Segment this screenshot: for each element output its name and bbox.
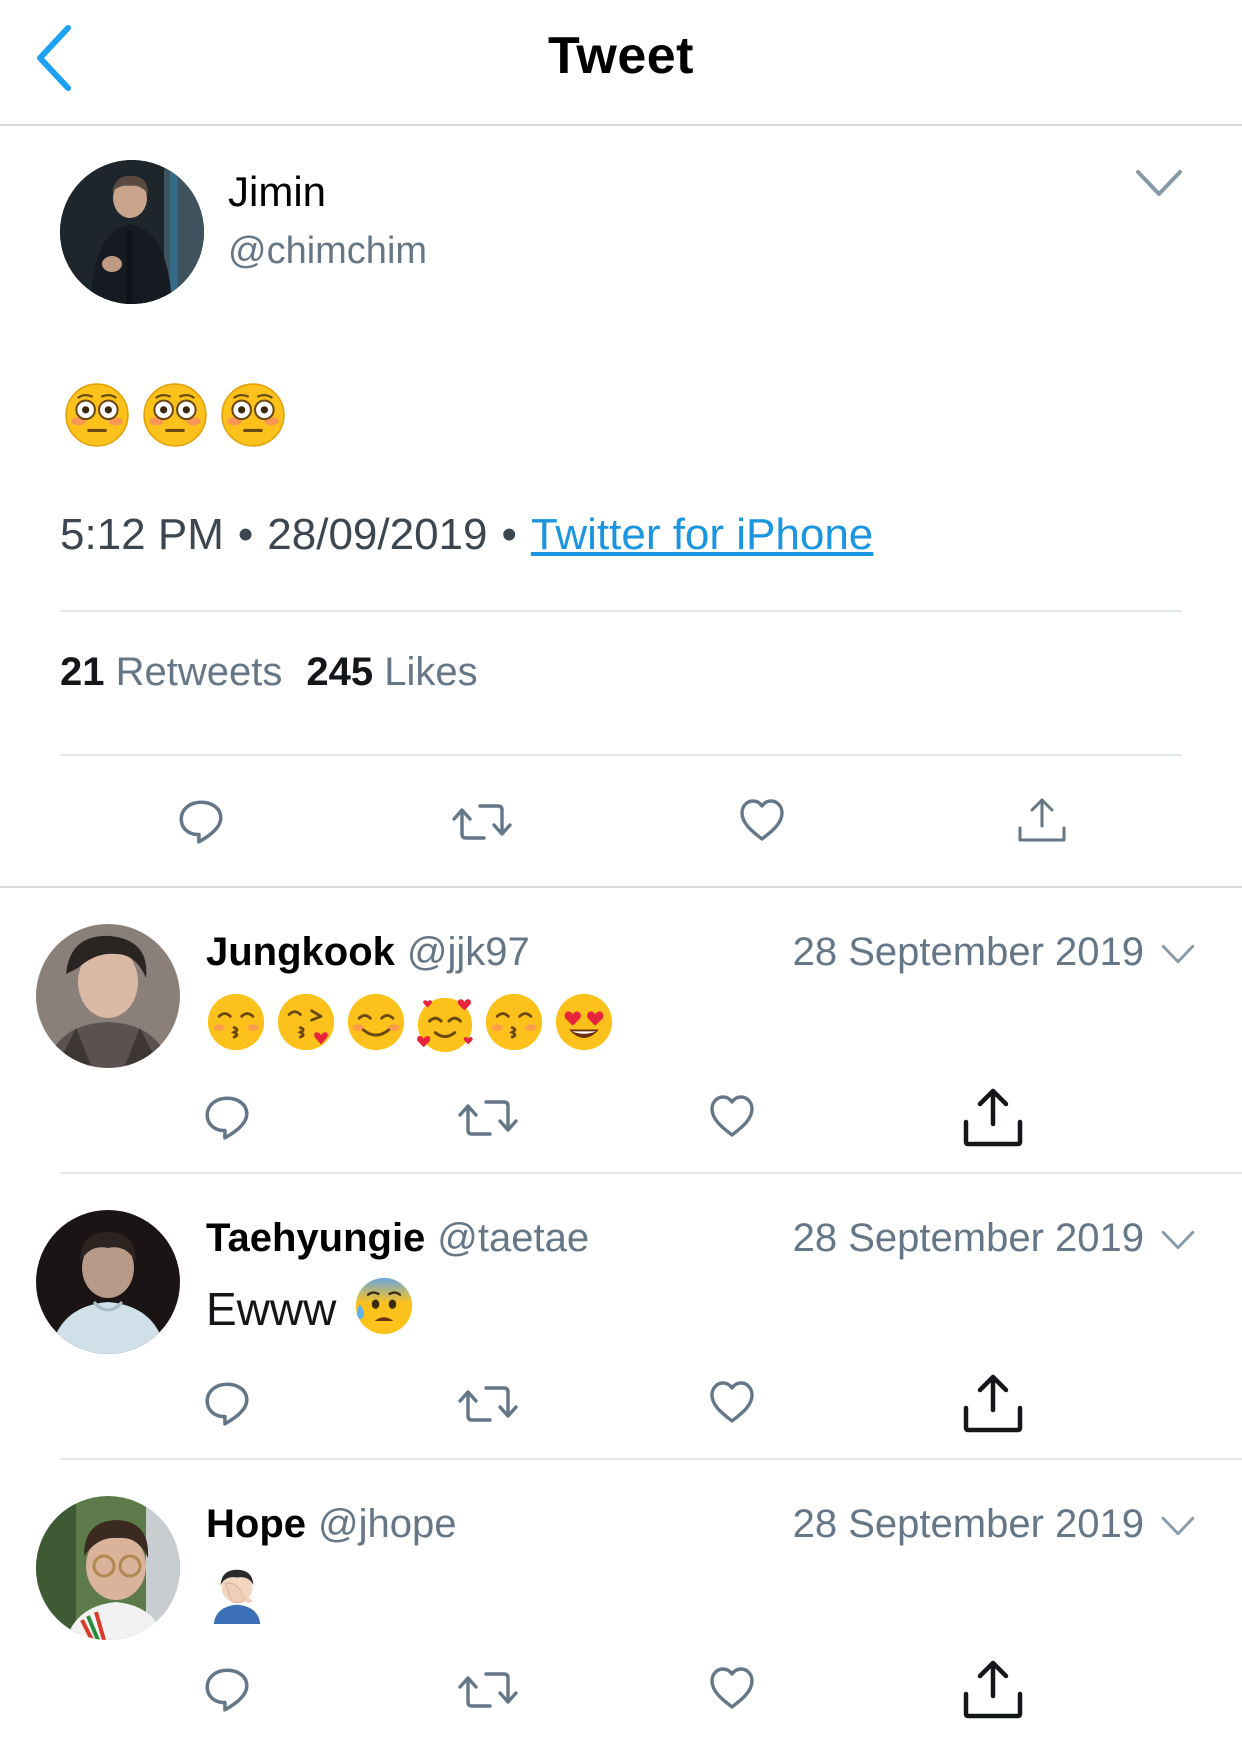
reply-icon [202,1092,252,1142]
avatar-photo [36,1210,180,1354]
author-handle[interactable]: @jjk97 [407,930,530,974]
author-handle[interactable]: @taetae [437,1216,589,1260]
author-name[interactable]: Jungkook [206,930,395,974]
retweet-icon [458,1380,518,1428]
reply-button[interactable] [202,1664,252,1714]
share-icon [962,1658,1024,1720]
reply-text: Ewww [206,1283,337,1335]
reply-content [206,992,626,1056]
share-button[interactable] [962,1658,1024,1720]
likes-stat[interactable]: 245 Likes [306,650,477,694]
reply-button[interactable] [176,796,226,846]
flushed-face-emoji [220,382,286,448]
reply-header: Jungkook @jjk97 [206,930,530,975]
likes-label: Likes [384,650,478,694]
retweet-button[interactable] [458,1380,518,1428]
retweet-button[interactable] [458,1666,518,1714]
tweet-time: 5:12 PM [60,510,224,559]
reply-date: 28 September 2019 [792,1216,1144,1260]
reply-icon [176,796,226,846]
retweet-icon [458,1094,518,1142]
flushed-face-emoji [142,382,208,448]
reply-content: Ewww [206,1282,336,1336]
reply-date: 28 September 2019 [792,930,1144,974]
divider [60,610,1182,612]
share-icon [1016,794,1068,846]
tweet-date: 28/09/2019 [267,510,488,559]
retweets-stat[interactable]: 21 Retweets [60,650,282,694]
divider [60,1458,1242,1460]
page-title: Tweet [547,27,694,85]
like-button[interactable] [708,1378,756,1426]
reply-options-button[interactable] [1160,1228,1196,1252]
smiling-face-emoji [346,992,406,1052]
share-button[interactable] [1016,794,1068,846]
divider [60,754,1182,756]
top-navigation-bar: Tweet [0,0,1242,126]
heart-icon [708,1092,756,1140]
reply-options-button[interactable] [1160,942,1196,966]
reply-date: 28 September 2019 [792,1502,1144,1546]
author-name[interactable]: Jimin [228,168,326,216]
reply-header: Hope @jhope [206,1502,456,1547]
share-icon [962,1372,1024,1434]
tweet-options-button[interactable] [1134,166,1184,200]
reply-button[interactable] [202,1092,252,1142]
share-icon [962,1086,1024,1148]
reply-options-button[interactable] [1160,1514,1196,1538]
retweet-button[interactable] [452,798,512,846]
share-button[interactable] [962,1086,1024,1148]
divider [60,1172,1242,1174]
avatar-photo [36,924,180,1068]
separator-dot: • [237,510,254,559]
retweet-button[interactable] [458,1094,518,1142]
retweets-label: Retweets [115,650,283,694]
reply-header: Taehyungie @taetae [206,1216,589,1261]
author-name[interactable]: Hope [206,1502,306,1546]
retweets-count: 21 [60,650,105,694]
like-button[interactable] [708,1664,756,1712]
chevron-down-icon [1160,1228,1196,1252]
heart-icon [708,1378,756,1426]
smiling-face-with-hearts-emoji [414,992,476,1054]
author-handle[interactable]: @chimchim [228,230,427,273]
avatar[interactable] [36,1496,180,1640]
avatar-photo [36,1496,180,1640]
chevron-down-icon [1160,942,1196,966]
anxious-face-with-sweat-emoji [354,1276,414,1336]
retweet-icon [458,1666,518,1714]
kissing-smiling-eyes-emoji [206,992,266,1052]
avatar[interactable] [60,160,204,304]
section-divider [0,886,1242,888]
face-blowing-kiss-emoji [276,992,336,1052]
tweet-metadata: 5:12 PM • 28/09/2019 • Twitter for iPhone [60,510,873,560]
heart-icon [708,1664,756,1712]
avatar[interactable] [36,924,180,1068]
reply-button[interactable] [202,1378,252,1428]
retweet-icon [452,798,512,846]
likes-count: 245 [306,650,374,694]
avatar-photo [60,160,204,304]
reply-icon [202,1378,252,1428]
separator-dot: • [501,510,517,559]
tweet-source-link[interactable]: Twitter for iPhone [531,510,873,559]
like-button[interactable] [708,1092,756,1140]
man-facepalming-emoji [206,1562,268,1624]
flushed-face-emoji [64,382,130,448]
chevron-down-icon [1160,1514,1196,1538]
author-handle[interactable]: @jhope [318,1502,456,1546]
like-button[interactable] [738,796,786,844]
tweet-stats: 21 Retweets 245 Likes [60,650,478,695]
avatar[interactable] [36,1210,180,1354]
chevron-down-icon [1134,166,1184,200]
heart-eyes-emoji [554,992,614,1052]
heart-icon [738,796,786,844]
author-name[interactable]: Taehyungie [206,1216,425,1260]
kissing-smiling-eyes-emoji [484,992,544,1052]
share-button[interactable] [962,1372,1024,1434]
reply-icon [202,1664,252,1714]
